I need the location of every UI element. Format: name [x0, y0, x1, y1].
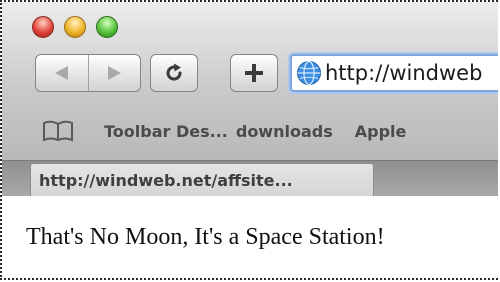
- open-book-icon[interactable]: [42, 120, 74, 142]
- address-bar[interactable]: http://windweb: [290, 54, 498, 92]
- back-button[interactable]: [36, 55, 88, 91]
- zoom-window-button[interactable]: [96, 16, 118, 38]
- forward-button[interactable]: [87, 55, 141, 91]
- reload-button[interactable]: [150, 54, 198, 92]
- tab-label: http://windweb.net/affsite...: [39, 171, 293, 190]
- page-content: That's No Moon, It's a Space Station!: [2, 196, 498, 278]
- back-arrow-icon: [55, 66, 69, 80]
- add-bookmark-button[interactable]: [230, 54, 278, 92]
- bookmark-apple[interactable]: Apple: [355, 122, 407, 141]
- plus-icon: [245, 64, 263, 82]
- forward-arrow-icon: [107, 66, 121, 80]
- close-window-button[interactable]: [32, 16, 54, 38]
- bookmark-downloads[interactable]: downloads: [236, 122, 333, 141]
- reload-icon: [166, 63, 182, 81]
- minimize-window-button[interactable]: [64, 16, 86, 38]
- window-controls: [32, 16, 118, 38]
- bookmarks-bar: Toolbar Des... downloads Apple: [2, 110, 498, 152]
- globe-icon: [297, 60, 321, 86]
- browser-window: http://windweb Toolbar Des... downloads …: [0, 0, 498, 280]
- bookmark-toolbar-des[interactable]: Toolbar Des...: [104, 122, 228, 141]
- browser-toolbar: http://windweb Toolbar Des... downloads …: [2, 2, 498, 162]
- tab-active[interactable]: http://windweb.net/affsite...: [30, 163, 374, 197]
- tab-bar: http://windweb.net/affsite...: [2, 160, 498, 197]
- back-forward-buttons: [35, 54, 141, 92]
- page-heading-text: That's No Moon, It's a Space Station!: [26, 224, 385, 250]
- address-url: http://windweb: [325, 61, 483, 85]
